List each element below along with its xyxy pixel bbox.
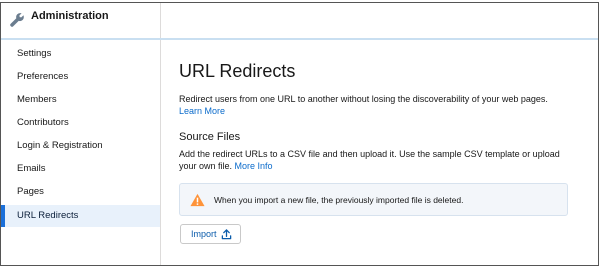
alert-message: When you import a new file, the previous… — [214, 195, 464, 205]
page-description-text: Redirect users from one URL to another w… — [179, 94, 548, 104]
sidebar-item-members[interactable]: Members — [1, 89, 160, 111]
sidebar-item-url-redirects[interactable]: URL Redirects — [1, 205, 160, 227]
source-files-description: Add the redirect URLs to a CSV file and … — [179, 148, 574, 172]
import-button-label: Import — [191, 229, 217, 239]
sidebar-item-pages[interactable]: Pages — [1, 181, 160, 203]
source-files-heading: Source Files — [179, 131, 241, 143]
page-description: Redirect users from one URL to another w… — [179, 93, 569, 117]
wrench-icon — [10, 13, 24, 27]
app-title: Administration — [31, 10, 109, 22]
learn-more-link[interactable]: Learn More — [179, 106, 225, 116]
sidebar-item-contributors[interactable]: Contributors — [1, 112, 160, 134]
upload-icon — [221, 229, 232, 240]
sidebar-item-emails[interactable]: Emails — [1, 158, 160, 180]
sidebar-item-preferences[interactable]: Preferences — [1, 66, 160, 88]
import-button[interactable]: Import — [180, 224, 241, 244]
page-title: URL Redirects — [179, 61, 296, 81]
sidebar-nav: Settings Preferences Members Contributor… — [1, 40, 161, 265]
admin-window: Administration Settings Preferences Memb… — [0, 2, 599, 266]
import-warning-alert: When you import a new file, the previous… — [179, 183, 568, 216]
warning-icon — [190, 193, 205, 207]
main-content: URL Redirects Redirect users from one UR… — [162, 40, 598, 265]
sidebar-item-settings[interactable]: Settings — [1, 43, 160, 65]
top-bar — [161, 3, 598, 38]
app-header: Administration — [1, 3, 161, 38]
sidebar-item-login-registration[interactable]: Login & Registration — [1, 135, 160, 157]
more-info-link[interactable]: More Info — [235, 161, 273, 171]
